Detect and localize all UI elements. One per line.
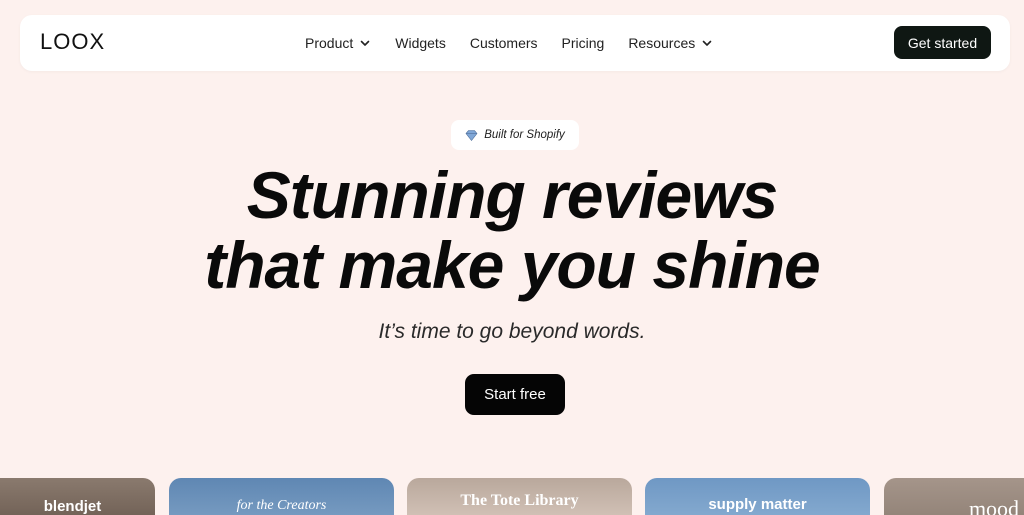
customer-card[interactable]: supply matter <box>645 478 870 515</box>
nav-pricing-label: Pricing <box>561 35 605 51</box>
main-nav: Product Widgets Customers Pricing Resour… <box>305 15 737 71</box>
nav-resources[interactable]: Resources <box>628 35 713 51</box>
chevron-down-icon <box>359 37 371 49</box>
nav-resources-label: Resources <box>628 35 696 51</box>
chevron-down-icon <box>701 37 713 49</box>
card-label: blendjet <box>43 498 102 515</box>
top-navbar: LOOX Product Widgets Customers Pricing R… <box>20 15 1010 71</box>
nav-product[interactable]: Product <box>305 35 371 51</box>
card-label: The Tote Library <box>460 492 579 509</box>
shopify-badge: Built for Shopify <box>451 120 579 150</box>
card-label: supply matter <box>708 496 807 513</box>
nav-customers[interactable]: Customers <box>470 35 538 51</box>
nav-widgets-label: Widgets <box>395 35 446 51</box>
nav-widgets[interactable]: Widgets <box>395 35 446 51</box>
landing-page: LOOX Product Widgets Customers Pricing R… <box>0 0 1024 515</box>
headline-line-1: Stunning reviews <box>246 158 778 232</box>
start-free-button[interactable]: Start free <box>465 374 565 415</box>
card-label: for the Creators <box>236 498 327 513</box>
hero-headline: Stunning reviews that make you shine <box>0 160 1024 300</box>
get-started-button[interactable]: Get started <box>894 26 991 59</box>
customer-card[interactable]: mood <box>884 478 1024 515</box>
badge-text: Built for Shopify <box>484 129 565 141</box>
hero-subheadline: It’s time to go beyond words. <box>378 320 646 343</box>
nav-customers-label: Customers <box>469 35 538 51</box>
diamond-icon <box>465 129 478 141</box>
customer-card[interactable]: for the Creators <box>169 478 394 515</box>
loox-logo[interactable]: LOOX <box>40 31 105 53</box>
customer-card[interactable]: The Tote Library <box>407 478 632 515</box>
nav-product-label: Product <box>305 35 354 51</box>
card-label: mood <box>968 496 1020 515</box>
nav-pricing[interactable]: Pricing <box>562 35 605 51</box>
customer-card[interactable]: blendjet <box>0 478 155 515</box>
headline-line-2: that make you shine <box>204 228 821 302</box>
